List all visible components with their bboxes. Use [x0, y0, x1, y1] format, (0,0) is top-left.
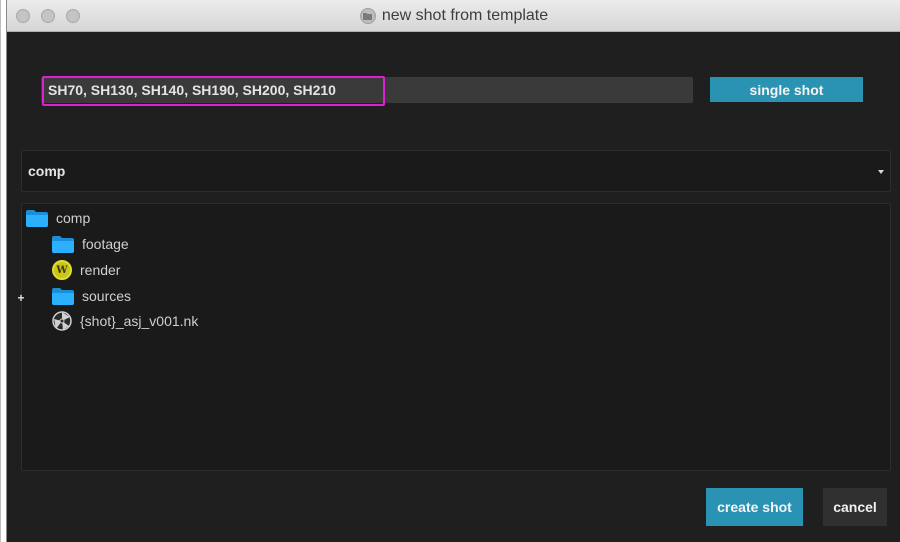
- tree-item-label: render: [80, 262, 121, 278]
- new-shot-dialog: new shot from template single shot comp …: [6, 0, 900, 542]
- shot-names-input[interactable]: [41, 77, 693, 103]
- write-node-icon: W: [52, 260, 72, 280]
- folder-icon: [26, 209, 48, 227]
- tree-item-label: sources: [82, 288, 132, 304]
- tree-item-sources[interactable]: sources: [52, 285, 131, 307]
- template-select[interactable]: comp: [21, 150, 891, 192]
- background-window-edge: [0, 0, 1, 542]
- folder-icon: [52, 235, 74, 253]
- nuke-script-icon: [52, 311, 72, 331]
- title-bar[interactable]: new shot from template: [7, 0, 900, 32]
- chevron-down-icon[interactable]: [878, 170, 884, 174]
- create-shot-button[interactable]: create shot: [706, 488, 803, 526]
- tree-item-label: {shot}_asj_v001.nk: [80, 313, 199, 329]
- tree-item-footage[interactable]: footage: [52, 233, 129, 255]
- tree-item-nuke-script[interactable]: {shot}_asj_v001.nk: [52, 310, 198, 332]
- tree-item-comp[interactable]: comp: [26, 207, 90, 229]
- template-tree-view[interactable]: [21, 203, 891, 471]
- tree-item-render[interactable]: W render: [52, 259, 120, 281]
- folder-proxy-icon: [359, 8, 376, 24]
- window-title: new shot from template: [381, 7, 549, 24]
- window-title-area: new shot from template: [7, 0, 900, 32]
- cancel-button[interactable]: cancel: [823, 488, 887, 526]
- template-select-value: comp: [28, 163, 66, 179]
- tree-item-label: footage: [82, 236, 129, 252]
- expand-toggle-icon[interactable]: +: [17, 291, 25, 305]
- tree-item-label: comp: [56, 210, 91, 226]
- single-shot-button[interactable]: single shot: [710, 77, 863, 102]
- folder-icon: [52, 287, 74, 305]
